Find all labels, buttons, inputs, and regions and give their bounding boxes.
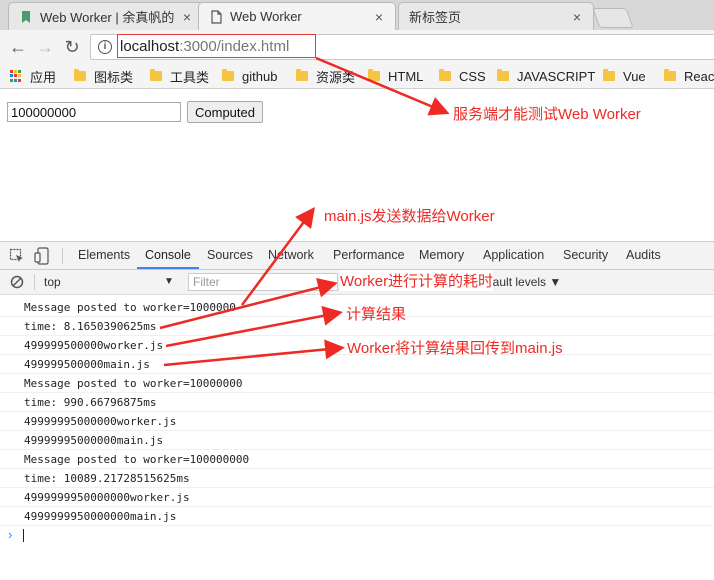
- console-log-line: 49999995000000worker.js: [0, 412, 714, 431]
- page-favicon-icon: [211, 9, 222, 24]
- annotation-returned: Worker将计算结果回传到main.js: [347, 340, 563, 357]
- console-log-line: Message posted to worker=10000000: [0, 374, 714, 393]
- number-input[interactable]: [7, 102, 181, 122]
- tab-network[interactable]: Network: [268, 242, 314, 269]
- clear-console-icon[interactable]: [10, 275, 24, 289]
- back-arrow-icon[interactable]: ←: [8, 37, 28, 57]
- console-log-line: 4999999950000000main.js: [0, 507, 714, 526]
- bookmarks-bar: 应用 图标类 工具类 github 资源类 HTML CSS JAVASCRIP…: [0, 64, 714, 89]
- folder-icon: [439, 69, 451, 81]
- console-log-line: time: 10089.21728515625ms: [0, 469, 714, 488]
- folder-icon: [497, 69, 509, 81]
- bookmark-label: HTML: [388, 68, 424, 84]
- bookmark-folder[interactable]: 工具类: [150, 68, 210, 85]
- filter-input[interactable]: Filter: [188, 273, 338, 291]
- tab-title: 新标签页: [409, 10, 462, 25]
- bookmark-folder[interactable]: Vue: [603, 68, 646, 84]
- tab-title: Web Worker: [230, 9, 302, 24]
- bookmark-label: JAVASCRIPT: [517, 68, 596, 84]
- reload-icon[interactable]: ↻: [62, 37, 82, 57]
- bookmark-label: 工具类: [170, 69, 210, 85]
- folder-icon: [664, 69, 676, 81]
- computed-button[interactable]: Computed: [187, 101, 263, 123]
- folder-icon: [368, 69, 380, 81]
- annotation-worker-time: Worker进行计算的耗时: [340, 270, 494, 291]
- bookmark-folder[interactable]: JAVASCRIPT: [497, 68, 595, 84]
- tab-elements[interactable]: Elements: [78, 242, 130, 269]
- divider: [62, 248, 63, 264]
- bookmark-label: CSS: [459, 68, 486, 84]
- console-prompt-icon: ›: [8, 527, 13, 542]
- tab-memory[interactable]: Memory: [419, 242, 464, 269]
- tab-web-worker-blog[interactable]: Web Worker | 余真帆的 ×: [8, 2, 204, 30]
- bookmark-favicon-icon: [22, 10, 30, 23]
- bookmark-label: Vue: [623, 68, 646, 84]
- tab-web-worker[interactable]: Web Worker ×: [198, 2, 396, 30]
- tab-audits[interactable]: Audits: [626, 242, 661, 269]
- folder-icon: [222, 69, 234, 81]
- context-select[interactable]: top: [44, 275, 61, 289]
- bookmark-folder[interactable]: HTML: [368, 68, 423, 84]
- annotation-server: 服务端才能测试Web Worker: [453, 106, 641, 123]
- console-log-line: Message posted to worker=100000000: [0, 450, 714, 469]
- forward-arrow-icon[interactable]: →: [35, 37, 55, 57]
- tab-sources[interactable]: Sources: [207, 242, 253, 269]
- folder-icon: [150, 69, 162, 81]
- folder-icon: [74, 69, 86, 81]
- tab-title: Web Worker | 余真帆的: [40, 10, 175, 25]
- bookmark-folder[interactable]: React: [664, 68, 714, 84]
- url-highlight-box: [117, 34, 316, 58]
- bookmark-label: 图标类: [94, 69, 134, 85]
- tab-new-tab[interactable]: 新标签页 ×: [398, 2, 594, 30]
- tab-console[interactable]: Console: [137, 242, 199, 269]
- bookmark-folder[interactable]: github: [222, 68, 277, 84]
- device-toolbar-icon[interactable]: [34, 247, 50, 265]
- browser-tabstrip: Web Worker | 余真帆的 × Web Worker × 新标签页 ×: [0, 0, 714, 30]
- apps-grid-icon: [10, 70, 22, 82]
- bookmark-label: 资源类: [316, 69, 356, 85]
- annotation-result: 计算结果: [346, 306, 407, 323]
- tab-security[interactable]: Security: [563, 242, 608, 269]
- console-log-line: time: 990.66796875ms: [0, 393, 714, 412]
- console-input[interactable]: [23, 529, 24, 542]
- folder-icon: [296, 69, 308, 81]
- folder-icon: [603, 69, 615, 81]
- bookmark-folder[interactable]: 资源类: [296, 68, 356, 85]
- inspect-element-icon[interactable]: [9, 248, 25, 264]
- bookmark-label: github: [242, 68, 278, 84]
- bookmark-label: React: [684, 68, 714, 84]
- new-tab-button[interactable]: [592, 8, 634, 28]
- bookmark-folder[interactable]: CSS: [439, 68, 486, 84]
- bookmark-label: 应用: [30, 69, 57, 85]
- console-log-line: 4999999950000000worker.js: [0, 488, 714, 507]
- tab-performance[interactable]: Performance: [333, 242, 405, 269]
- close-tab-icon[interactable]: ×: [569, 9, 585, 25]
- bookmark-folder[interactable]: 图标类: [74, 68, 134, 85]
- bookmark-apps[interactable]: 应用: [10, 68, 57, 85]
- console-log-line: 49999995000000main.js: [0, 431, 714, 450]
- close-tab-icon[interactable]: ×: [371, 9, 387, 25]
- annotation-mainjs-send: main.js发送数据给Worker: [324, 208, 495, 225]
- close-tab-icon[interactable]: ×: [179, 9, 195, 25]
- chevron-down-icon[interactable]: ▼: [164, 276, 174, 287]
- info-icon[interactable]: i: [98, 40, 112, 54]
- tab-application[interactable]: Application: [483, 242, 544, 269]
- divider: [34, 274, 35, 290]
- devtools-tabbar: Elements Console Sources Network Perform…: [0, 241, 714, 270]
- browser-toolbar: ← → ↻ i: [0, 30, 714, 64]
